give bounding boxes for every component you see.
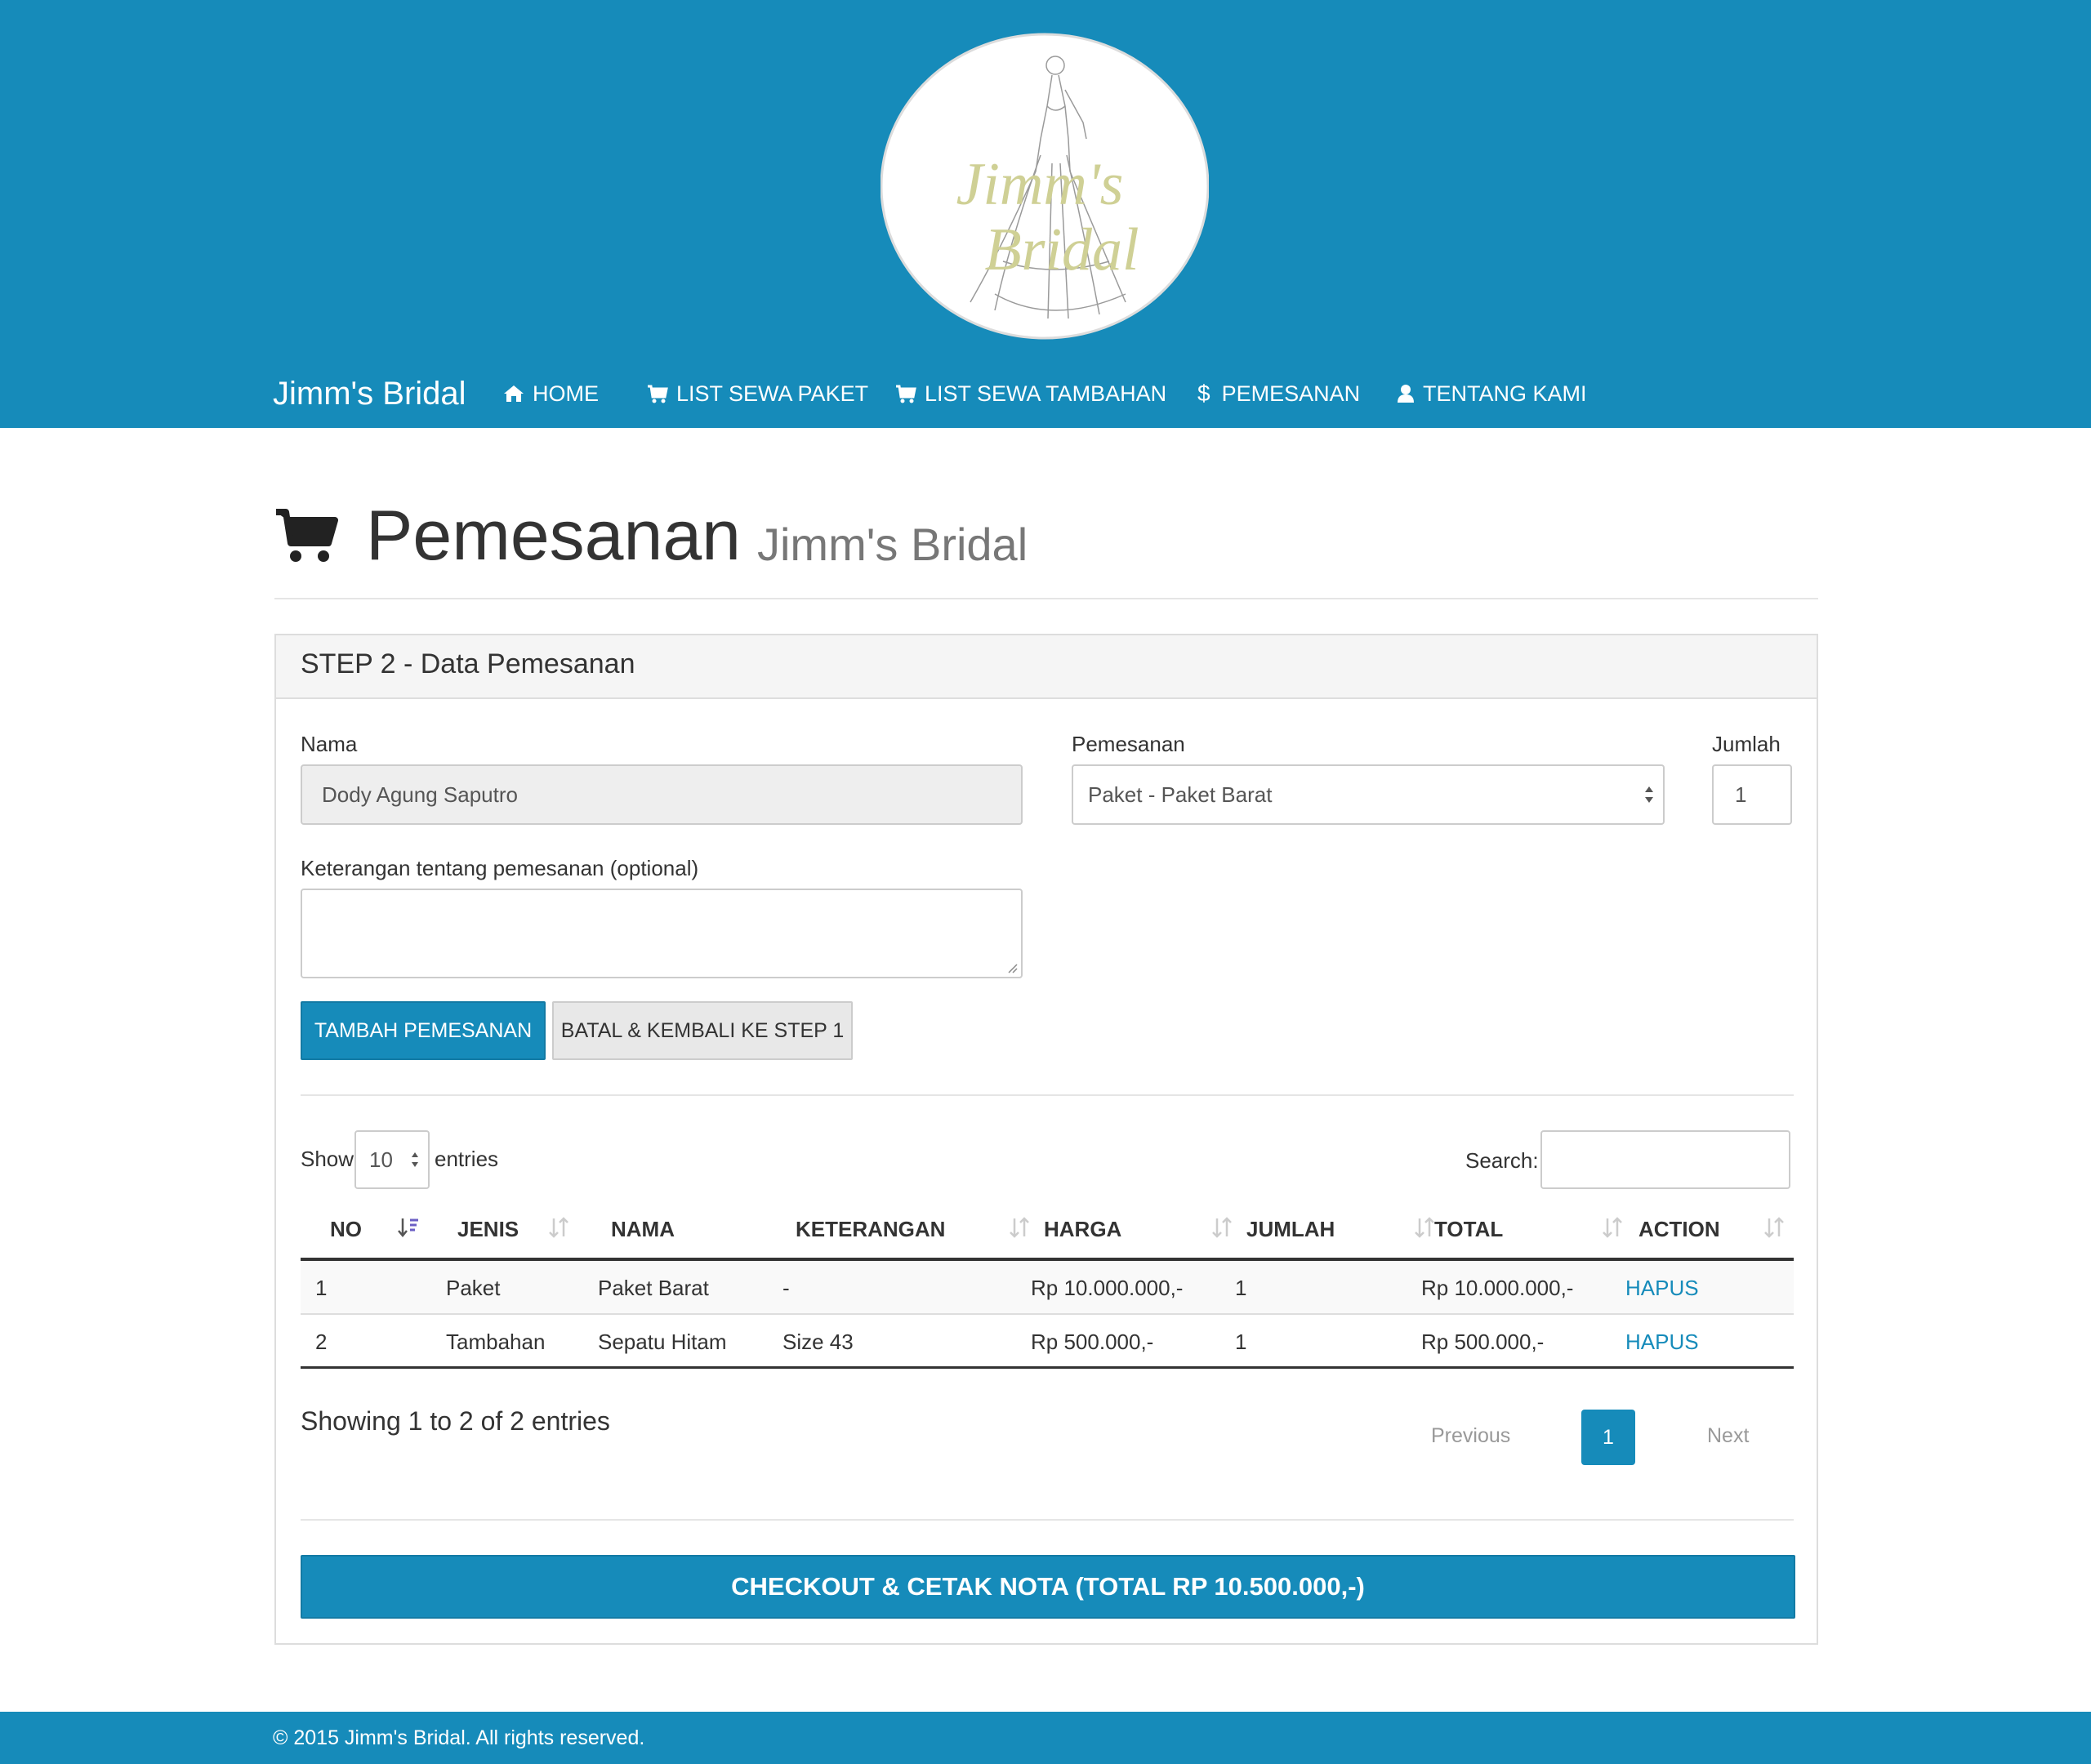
divider [301, 1094, 1794, 1096]
nav-home-label: HOME [533, 381, 599, 406]
cell-nama: Sepatu Hitam [598, 1330, 727, 1354]
cell-harga: Rp 10.000.000,- [1031, 1276, 1184, 1300]
jumlah-label: Jumlah [1712, 732, 1781, 756]
cell-jumlah: 1 [1235, 1330, 1247, 1354]
cell-nama: Paket Barat [598, 1276, 709, 1300]
table-info: Showing 1 to 2 of 2 entries [301, 1406, 610, 1436]
navbar-brand[interactable]: Jimm's Bridal [273, 376, 466, 412]
column-header-total[interactable]: TOTAL [1434, 1217, 1503, 1242]
nav-tentang-kami[interactable]: TENTANG KAMI [1397, 377, 1587, 410]
nav-home[interactable]: HOME [503, 377, 599, 410]
nav-tentang-kami-label: TENTANG KAMI [1423, 381, 1587, 406]
dollar-icon: $ [1197, 381, 1210, 406]
batal-kembali-button[interactable]: BATAL & KEMBALI KE STEP 1 [552, 1001, 853, 1060]
navbar: Jimm's Bridal HOME LIST SEWA PAKET LIST … [0, 359, 2091, 428]
nama-field[interactable]: Dody Agung Saputro [301, 764, 1023, 825]
column-header-jumlah[interactable]: JUMLAH [1246, 1217, 1335, 1242]
home-icon [504, 385, 524, 402]
cell-keterangan: - [782, 1276, 790, 1300]
panel-title: STEP 2 - Data Pemesanan [301, 648, 635, 679]
hapus-link[interactable]: HAPUS [1625, 1330, 1699, 1355]
column-header-keterangan[interactable]: KETERANGAN [796, 1217, 945, 1242]
cart-icon [276, 509, 338, 562]
cell-harga: Rp 500.000,- [1031, 1330, 1154, 1354]
svg-text:Jimm's: Jimm's [956, 151, 1124, 218]
nav-list-sewa-tambahan[interactable]: LIST SEWA TAMBAHAN [895, 377, 1166, 410]
cell-jumlah: 1 [1235, 1276, 1247, 1300]
keterangan-label: Keterangan tentang pemesanan (optional) [301, 856, 699, 880]
page-header: Pemesanan Jimm's Bridal [274, 487, 1028, 585]
pemesanan-select[interactable]: Paket - Paket Barat [1072, 764, 1665, 825]
column-header-nama[interactable]: NAMA [611, 1217, 675, 1242]
cell-total: Rp 500.000,- [1421, 1330, 1545, 1354]
nav-list-sewa-paket[interactable]: LIST SEWA PAKET [647, 377, 868, 410]
pagination-page-1[interactable]: 1 [1581, 1410, 1635, 1465]
sort-both-icon[interactable] [1601, 1217, 1625, 1238]
pemesanan-label: Pemesanan [1072, 732, 1185, 756]
panel-heading: STEP 2 - Data Pemesanan [276, 635, 1817, 699]
show-label: Show [301, 1147, 354, 1171]
divider [274, 598, 1818, 599]
divider [301, 1519, 1794, 1521]
cell-keterangan: Size 43 [782, 1330, 854, 1354]
column-header-jenis[interactable]: JENIS [457, 1217, 519, 1242]
select-arrows-icon [412, 1152, 418, 1167]
table-row: 2 Tambahan Sepatu Hitam Size 43 Rp 500.0… [301, 1315, 1794, 1369]
page-title: Pemesanan [366, 496, 741, 575]
user-icon [1398, 385, 1414, 403]
nav-list-sewa-tambahan-label: LIST SEWA TAMBAHAN [925, 381, 1167, 406]
site-header: Jimm's Bridal Jimm's Bridal HOME LIST SE… [0, 0, 2091, 428]
cell-total: Rp 10.000.000,- [1421, 1276, 1574, 1300]
pagination-next[interactable]: Next [1707, 1424, 1749, 1448]
sort-both-icon[interactable] [547, 1217, 572, 1238]
copyright-text: © 2015 Jimm's Bridal. All rights reserve… [273, 1726, 645, 1749]
sort-both-icon[interactable] [1008, 1217, 1032, 1238]
cell-jenis: Paket [446, 1276, 501, 1300]
nav-pemesanan-label: PEMESANAN [1221, 381, 1361, 406]
sort-both-icon[interactable] [1210, 1217, 1235, 1238]
column-header-action[interactable]: ACTION [1638, 1217, 1720, 1242]
pagination-previous[interactable]: Previous [1431, 1424, 1510, 1448]
page-subtitle: Jimm's Bridal [756, 518, 1028, 570]
cell-no: 2 [315, 1330, 328, 1354]
search-label: Search: [1465, 1148, 1539, 1173]
search-input[interactable] [1540, 1130, 1790, 1189]
entries-select[interactable]: 10 [354, 1130, 430, 1189]
sort-asc-icon[interactable] [397, 1217, 421, 1238]
hapus-link[interactable]: HAPUS [1625, 1276, 1699, 1301]
table-header-row: NO JENIS NAMA KETERANGAN HARGA JUMLAH TO… [301, 1200, 1794, 1261]
column-header-no[interactable]: NO [330, 1217, 362, 1242]
cart-icon [896, 385, 916, 403]
tambah-pemesanan-button[interactable]: TAMBAH PEMESANAN [301, 1001, 546, 1060]
checkout-button[interactable]: CHECKOUT & CETAK NOTA (TOTAL RP 10.500.0… [301, 1555, 1795, 1619]
column-header-harga[interactable]: HARGA [1044, 1217, 1121, 1242]
cell-jenis: Tambahan [446, 1330, 546, 1354]
order-panel: STEP 2 - Data Pemesanan Nama Dody Agung … [274, 634, 1818, 1645]
nav-pemesanan[interactable]: $ PEMESANAN [1194, 377, 1360, 410]
table-row: 1 Paket Paket Barat - Rp 10.000.000,- 1 … [301, 1261, 1794, 1315]
select-arrows-icon [1645, 786, 1653, 803]
nama-label: Nama [301, 732, 358, 756]
sort-both-icon[interactable] [1763, 1217, 1787, 1238]
jumlah-field[interactable]: 1 [1712, 764, 1792, 825]
site-footer: © 2015 Jimm's Bridal. All rights reserve… [0, 1712, 2091, 1764]
jimms-bridal-logo[interactable]: Jimm's Bridal [881, 33, 1209, 340]
nav-list-sewa-paket-label: LIST SEWA PAKET [676, 381, 869, 406]
cart-icon [648, 385, 668, 403]
pemesanan-selected-value: Paket - Paket Barat [1088, 782, 1273, 807]
entries-selected-value: 10 [369, 1147, 393, 1172]
resize-handle-icon[interactable] [1006, 962, 1018, 973]
entries-label: entries [435, 1147, 499, 1171]
keterangan-textarea[interactable] [301, 889, 1023, 978]
svg-text:Bridal: Bridal [984, 216, 1139, 283]
cell-no: 1 [315, 1276, 328, 1300]
